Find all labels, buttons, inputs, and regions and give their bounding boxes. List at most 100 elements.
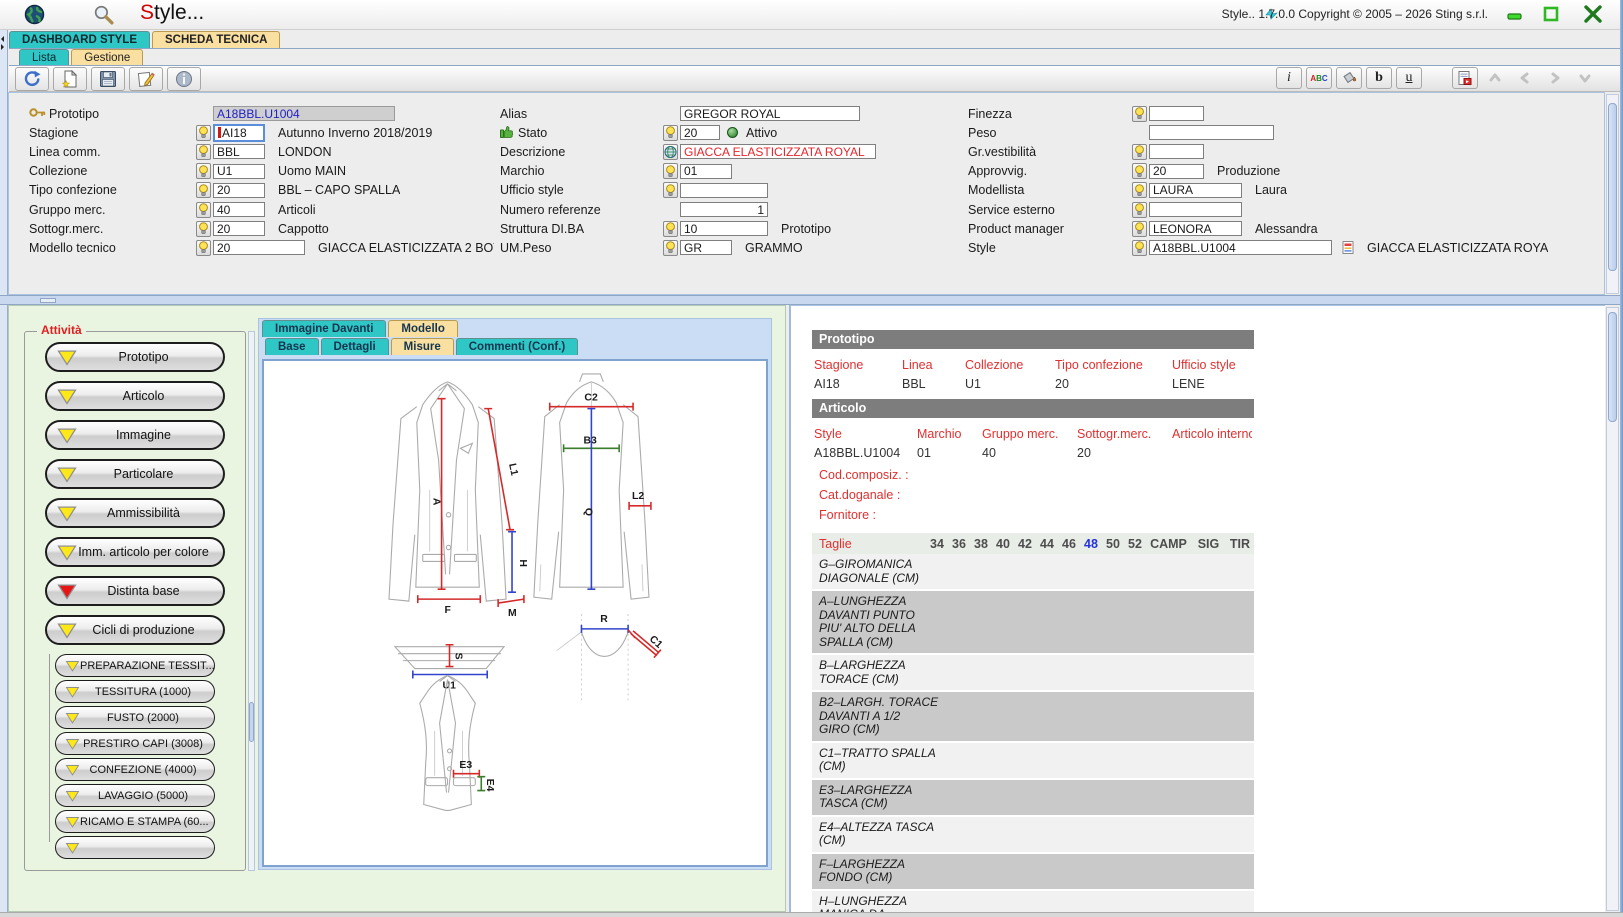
activity-button-articolo[interactable]: Articolo <box>45 381 225 411</box>
size-column-42[interactable]: 42 <box>1014 537 1036 551</box>
activity-button-prototipo[interactable]: Prototipo <box>45 342 225 372</box>
size-column-46[interactable]: 46 <box>1058 537 1080 551</box>
lightbulb-lookup-icon[interactable] <box>196 163 211 179</box>
size-column-44[interactable]: 44 <box>1036 537 1058 551</box>
activity-button-immagine[interactable]: Immagine <box>45 420 225 450</box>
tab-misure[interactable]: Misure <box>391 338 454 355</box>
activity-button-distinta-base[interactable]: Distinta base <box>45 576 225 606</box>
fill-color-button[interactable] <box>1336 67 1362 89</box>
alias-field[interactable]: GREGOR ROYAL <box>680 106 860 121</box>
linea-comm-field[interactable]: BBL <box>213 144 265 159</box>
lightbulb-lookup-icon[interactable] <box>196 240 211 256</box>
form-scrollbar[interactable] <box>1606 94 1619 294</box>
collezione-field[interactable]: U1 <box>213 164 265 179</box>
activity-sub-button-preparazione-tessit[interactable]: PREPARAZIONE TESSIT... <box>55 654 215 677</box>
gr-vestibilit-field[interactable] <box>1149 144 1204 159</box>
lightbulb-lookup-icon[interactable] <box>663 182 678 198</box>
lightbulb-lookup-icon[interactable] <box>1132 144 1147 160</box>
italic-button[interactable]: i <box>1276 67 1302 89</box>
activity-sub-button-lavaggio-5000[interactable]: LAVAGGIO (5000) <box>55 784 215 807</box>
translate-globe-icon[interactable] <box>663 144 678 160</box>
tab-scheda-tecnica[interactable]: SCHEDA TECNICA <box>152 31 280 48</box>
lightbulb-lookup-icon[interactable] <box>663 163 678 179</box>
stagione-field[interactable]: AI18 <box>213 124 265 142</box>
size-column-52[interactable]: 52 <box>1124 537 1146 551</box>
gruppo-merc-field[interactable]: 40 <box>213 202 265 217</box>
left-splitter[interactable] <box>0 30 8 912</box>
print-preview-button[interactable] <box>1452 67 1478 89</box>
activity-button-particolare[interactable]: Particolare <box>45 459 225 489</box>
lightbulb-lookup-icon[interactable] <box>196 144 211 160</box>
activity-sub-button-confezione-4000[interactable]: CONFEZIONE (4000) <box>55 758 215 781</box>
splitter-handle[interactable] <box>40 298 56 303</box>
lightbulb-lookup-icon[interactable] <box>1132 106 1147 122</box>
size-column-sig[interactable]: SIG <box>1191 537 1226 551</box>
activity-button-imm-articolo-per-colore[interactable]: Imm. articolo per colore <box>45 537 225 567</box>
nav-next-button[interactable] <box>1542 67 1568 89</box>
activity-button-ammissibilit[interactable]: Ammissibilità <box>45 498 225 528</box>
lightbulb-lookup-icon[interactable] <box>663 125 678 141</box>
um-peso-field[interactable]: GR <box>680 240 732 255</box>
product-manager-field[interactable]: LEONORA <box>1149 221 1242 236</box>
lightbulb-lookup-icon[interactable] <box>1132 163 1147 179</box>
lightbulb-lookup-icon[interactable] <box>196 221 211 237</box>
lightbulb-lookup-icon[interactable] <box>196 182 211 198</box>
style-field[interactable]: A18BBL.U1004 <box>1149 240 1332 255</box>
lightbulb-lookup-icon[interactable] <box>1132 182 1147 198</box>
lightbulb-lookup-icon[interactable] <box>1132 221 1147 237</box>
tipo-confezione-field[interactable]: 20 <box>213 183 265 198</box>
finezza-field[interactable] <box>1149 106 1204 121</box>
activity-scrollbar[interactable] <box>248 331 255 871</box>
tab-modello[interactable]: Modello <box>388 320 457 337</box>
modellista-field[interactable]: LAURA <box>1149 183 1242 198</box>
activity-sub-button-ricamo-e-stampa-60[interactable]: RICAMO E STAMPA (60... <box>55 810 215 833</box>
lightbulb-lookup-icon[interactable] <box>663 240 678 256</box>
lightbulb-lookup-icon[interactable] <box>196 125 211 141</box>
marchio-field[interactable]: 01 <box>680 164 732 179</box>
tab-gestione[interactable]: Gestione <box>71 49 143 65</box>
bold-button[interactable]: b <box>1366 67 1392 89</box>
horizontal-splitter[interactable] <box>0 295 1623 305</box>
descrizione-field[interactable]: GIACCA ELASTICIZZATA ROYAL <box>680 144 876 159</box>
size-column-36[interactable]: 36 <box>948 537 970 551</box>
close-button[interactable] <box>1581 4 1605 26</box>
ufficio-style-field[interactable] <box>680 183 768 198</box>
size-column-48[interactable]: 48 <box>1080 537 1102 551</box>
size-column-38[interactable]: 38 <box>970 537 992 551</box>
numero-referenze-field[interactable]: 1 <box>680 202 768 217</box>
nav-down-button[interactable] <box>1572 67 1598 89</box>
underline-button[interactable]: u <box>1396 67 1422 89</box>
size-column-tir[interactable]: TIR <box>1226 537 1254 551</box>
nav-up-button[interactable] <box>1482 67 1508 89</box>
approvvig-field[interactable]: 20 <box>1149 164 1204 179</box>
lightbulb-lookup-icon[interactable] <box>196 202 211 218</box>
refresh-button[interactable] <box>15 67 49 91</box>
nav-previous-button[interactable] <box>1512 67 1538 89</box>
prototipo-field[interactable]: A18BBL.U1004 <box>213 106 395 121</box>
summary-scrollbar-thumb[interactable] <box>1608 312 1617 422</box>
form-scrollbar-thumb[interactable] <box>1608 103 1617 271</box>
search-icon[interactable] <box>92 3 115 29</box>
activity-sub-button-item[interactable] <box>55 836 215 859</box>
tab-dashboard-style[interactable]: DASHBOARD STYLE <box>9 31 150 48</box>
summary-scrollbar[interactable] <box>1606 307 1619 911</box>
activity-sub-button-prestiro-capi-3008[interactable]: PRESTIRO CAPI (3008) <box>55 732 215 755</box>
activity-scrollbar-thumb[interactable] <box>249 702 254 742</box>
new-document-button[interactable] <box>53 67 87 91</box>
lightbulb-lookup-icon[interactable] <box>663 221 678 237</box>
info-button[interactable] <box>167 67 201 91</box>
size-column-40[interactable]: 40 <box>992 537 1014 551</box>
edit-button[interactable] <box>129 67 163 91</box>
maximize-button[interactable] <box>1539 4 1563 26</box>
lightbulb-lookup-icon[interactable] <box>1132 202 1147 218</box>
size-column-camp[interactable]: CAMP <box>1146 537 1191 551</box>
tab-dettagli[interactable]: Dettagli <box>321 338 389 355</box>
size-column-34[interactable]: 34 <box>926 537 948 551</box>
save-button[interactable] <box>91 67 125 91</box>
peso-field[interactable] <box>1149 125 1274 140</box>
stato-field[interactable]: 20 <box>680 125 720 140</box>
struttura-di-ba-field[interactable]: 10 <box>680 221 768 236</box>
sottogr-merc-field[interactable]: 20 <box>213 221 265 236</box>
tab-commenti-conf[interactable]: Commenti (Conf.) <box>456 338 578 355</box>
tab-lista[interactable]: Lista <box>19 49 69 65</box>
